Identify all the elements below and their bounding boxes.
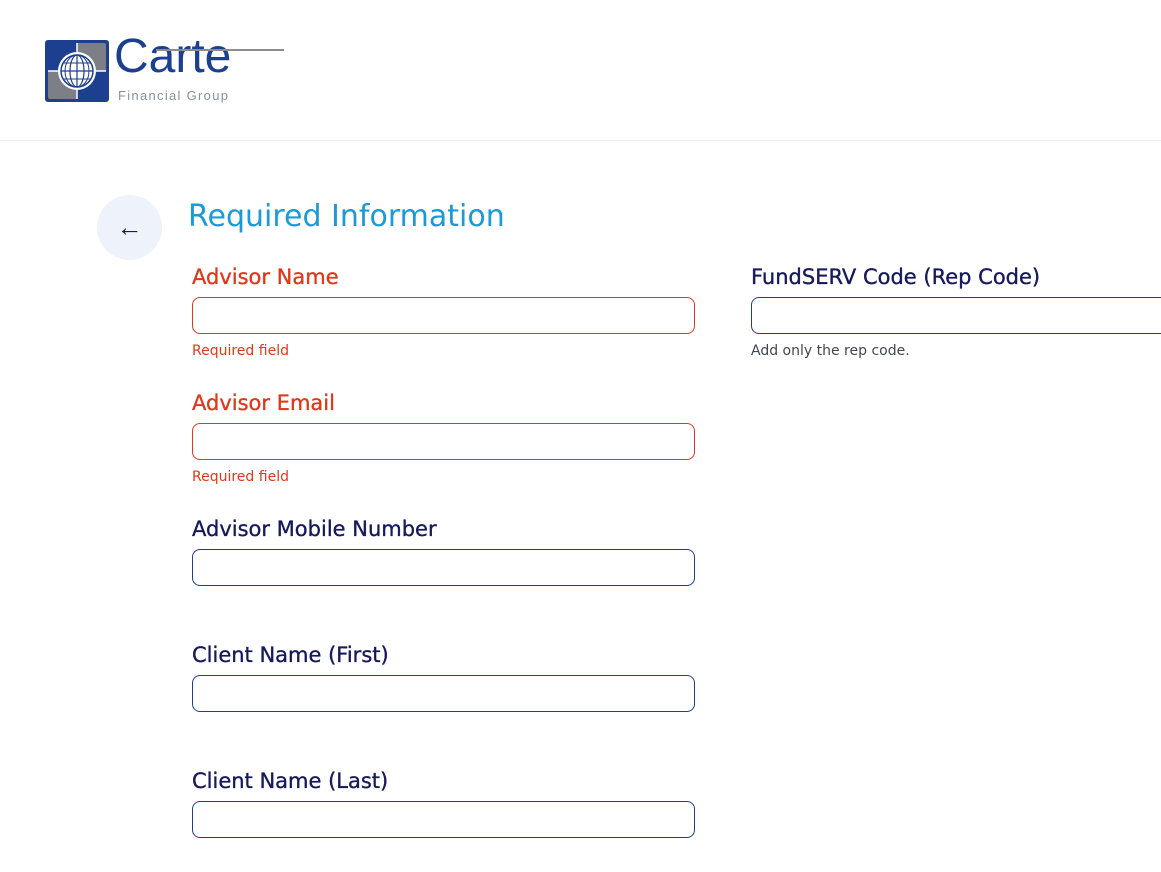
advisor-email-field: Advisor Email Required field: [192, 390, 695, 485]
fundserv-code-field: FundSERV Code (Rep Code) Add only the re…: [751, 264, 1161, 359]
advisor-name-input[interactable]: [192, 297, 695, 334]
client-last-name-field: Client Name (Last): [192, 768, 695, 838]
logo-subtitle: Financial Group: [118, 88, 230, 103]
advisor-mobile-label: Advisor Mobile Number: [192, 517, 437, 541]
advisor-name-field: Advisor Name Required field: [192, 264, 695, 359]
advisor-mobile-input[interactable]: [192, 549, 695, 586]
advisor-email-input[interactable]: [192, 423, 695, 460]
client-last-name-input[interactable]: [192, 801, 695, 838]
client-first-name-label: Client Name (First): [192, 643, 389, 667]
fundserv-code-help: Add only the rep code.: [751, 343, 910, 359]
page-title: Required Information: [188, 199, 505, 234]
fundserv-code-label: FundSERV Code (Rep Code): [751, 265, 1041, 289]
advisor-email-error: Required field: [192, 469, 289, 485]
advisor-name-label: Advisor Name: [192, 265, 339, 289]
fundserv-code-input[interactable]: [751, 297, 1161, 334]
logo-wordmark: Carte: [114, 30, 232, 83]
page-header: Carte Financial Group: [0, 0, 1161, 141]
client-first-name-input[interactable]: [192, 675, 695, 712]
arrow-left-icon: ←: [116, 212, 143, 242]
client-first-name-field: Client Name (First): [192, 642, 695, 712]
carte-logo[interactable]: Carte Financial Group: [44, 33, 284, 105]
client-last-name-label: Client Name (Last): [192, 769, 389, 793]
globe-logo-icon: [45, 40, 109, 102]
advisor-email-label: Advisor Email: [192, 391, 335, 415]
advisor-mobile-field: Advisor Mobile Number: [192, 516, 695, 586]
logo-rule: [156, 49, 284, 51]
back-button[interactable]: ←: [97, 195, 162, 260]
advisor-name-error: Required field: [192, 343, 289, 359]
